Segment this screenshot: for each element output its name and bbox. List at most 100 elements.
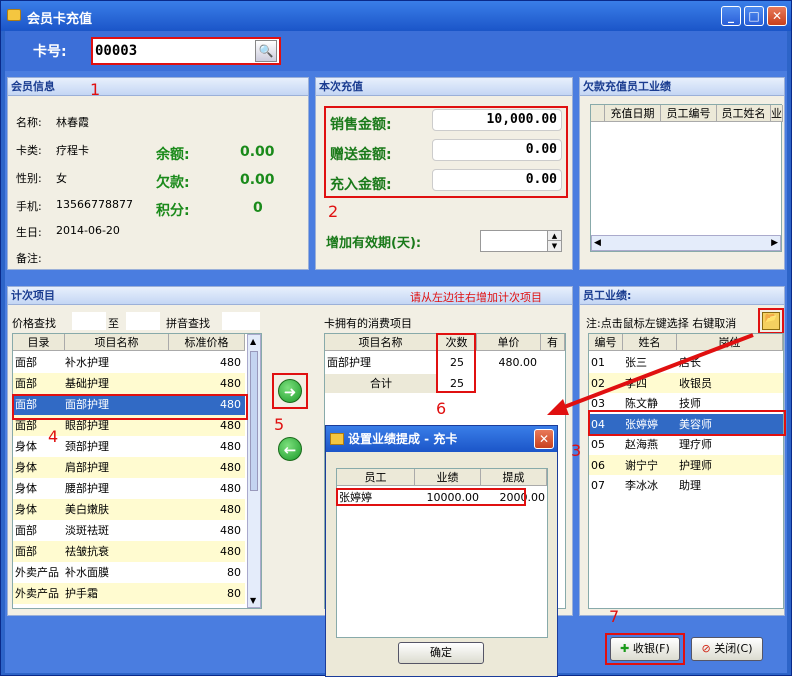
list-item[interactable]: 身体 肩部护理 480 xyxy=(13,457,245,478)
card-type: 疗程卡 xyxy=(56,144,89,157)
cell: 480 xyxy=(220,524,241,537)
annotation-5: 5 xyxy=(274,415,285,434)
staff-row[interactable]: 05 赵海燕 理疗师 xyxy=(589,434,783,455)
remove-item-button[interactable]: ← xyxy=(278,437,302,461)
to-label: 至 xyxy=(108,317,119,330)
cell: 谢宁宁 xyxy=(625,458,658,472)
cell: 07 xyxy=(591,479,605,492)
debt-label: 欠款: xyxy=(156,175,190,191)
search-icon[interactable]: 🔍 xyxy=(255,40,277,62)
plus-icon: ✚ xyxy=(620,642,630,655)
cell: 480 xyxy=(220,440,241,453)
horizontal-scrollbar[interactable]: ◀ ▶ xyxy=(591,235,781,251)
gift-amount-input[interactable]: 0.00 xyxy=(432,139,562,161)
close-button[interactable]: ⊘ 关闭(C) xyxy=(691,637,763,661)
scroll-left-icon[interactable]: ◀ xyxy=(594,238,601,248)
price-min-input[interactable] xyxy=(72,312,106,330)
balance-label: 余额: xyxy=(156,147,190,163)
scroll-down-icon[interactable]: ▼ xyxy=(250,596,256,605)
app-icon xyxy=(7,9,21,21)
list-item[interactable]: 面部 祛皱抗衰 480 xyxy=(13,541,245,562)
col-header: 项目名称 xyxy=(325,334,437,351)
col-header: 标准价格 xyxy=(169,334,245,351)
spin-up-icon[interactable]: ▲ xyxy=(547,231,561,241)
staff-hint: 注:点击鼠标左键选择 右键取消 xyxy=(586,317,737,330)
cell: 480 xyxy=(220,356,241,369)
owned-item-name: 面部护理 xyxy=(327,356,371,369)
owned-item-price: 480.00 xyxy=(498,356,538,369)
folder-icon[interactable]: 📂 xyxy=(762,312,780,330)
cashier-button[interactable]: ✚ 收银(F) xyxy=(610,637,680,661)
dialog-close-button[interactable]: ✕ xyxy=(534,429,554,449)
col-header: 员工编号 xyxy=(661,105,717,122)
minimize-button[interactable]: _ xyxy=(721,6,741,26)
cell: 480 xyxy=(220,377,241,390)
ok-button[interactable]: 确定 xyxy=(398,642,484,664)
member-birth: 2014-06-20 xyxy=(56,224,120,237)
cell: 480 xyxy=(220,461,241,474)
annotation-3: 3 xyxy=(571,441,582,460)
annotation-6: 6 xyxy=(436,399,447,418)
cell: 淡斑祛斑 xyxy=(65,524,109,537)
cell: 腰部护理 xyxy=(65,482,109,495)
staff-row[interactable]: 07 李冰冰 助理 xyxy=(589,475,783,496)
price-max-input[interactable] xyxy=(126,312,160,330)
maximize-button[interactable]: □ xyxy=(744,6,764,26)
scroll-thumb[interactable] xyxy=(250,351,258,491)
list-item[interactable]: 面部 补水护理 480 xyxy=(13,352,245,373)
col-header: 项目名称 xyxy=(65,334,169,351)
sale-amount-input[interactable]: 10,000.00 xyxy=(432,109,562,131)
close-window-button[interactable]: ✕ xyxy=(767,6,787,26)
cell: 颈部护理 xyxy=(65,440,109,453)
list-item[interactable]: 身体 腰部护理 480 xyxy=(13,478,245,499)
list-item[interactable]: 面部 淡斑祛斑 480 xyxy=(13,520,245,541)
annotation-7: 7 xyxy=(609,607,620,626)
dialog-icon xyxy=(330,433,344,445)
count-highlight xyxy=(436,333,476,393)
scroll-right-icon[interactable]: ▶ xyxy=(771,238,778,248)
name-label: 名称: xyxy=(16,116,42,129)
cell: 赵海燕 xyxy=(625,438,658,451)
charge-amount-input[interactable]: 0.00 xyxy=(432,169,562,191)
cell: 身体 xyxy=(15,503,37,516)
validity-spinner[interactable]: ▲ ▼ xyxy=(480,230,562,252)
cell: 面部 xyxy=(15,524,37,537)
list-item[interactable]: 面部 基础护理 480 xyxy=(13,373,245,394)
annotation-1: 1 xyxy=(90,80,101,99)
staff-row[interactable]: 06 谢宁宁 护理师 xyxy=(589,454,783,476)
note-label: 备注: xyxy=(16,252,42,265)
list-item[interactable]: 外卖产品 护手霜 80 xyxy=(13,583,245,604)
cell: 李冰冰 xyxy=(625,479,658,492)
card-number-input[interactable] xyxy=(95,41,255,61)
col-header: 员工 xyxy=(337,469,415,486)
member-info-panel: 会员信息 1 名称: 林春霞 卡类: 疗程卡 性别: 女 手机: 1356677… xyxy=(7,77,309,270)
sale-label: 销售金额: xyxy=(330,117,392,133)
cell: 80 xyxy=(227,587,241,600)
list-item[interactable]: 身体 美白嫩肤 480 xyxy=(13,499,245,520)
total-label: 合计 xyxy=(325,374,437,393)
vertical-scrollbar[interactable]: ▲ ▼ xyxy=(247,334,261,608)
member-gender: 女 xyxy=(56,172,67,185)
cell: 面部 xyxy=(15,545,37,558)
col-header: 员工姓名 xyxy=(717,105,771,122)
spin-down-icon[interactable]: ▼ xyxy=(547,241,561,251)
pinyin-input[interactable] xyxy=(222,312,260,330)
col-header: 目录 xyxy=(13,334,65,351)
cell: 面部 xyxy=(15,356,37,369)
debt-staff-title: 欠款充值员工业绩 xyxy=(580,78,784,96)
add-item-button[interactable]: ➜ xyxy=(278,379,302,403)
debt-value: 0.00 xyxy=(240,172,275,188)
staff-title: 员工业绩: xyxy=(580,287,784,305)
cell: 肩部护理 xyxy=(65,461,109,474)
scroll-up-icon[interactable]: ▲ xyxy=(250,337,256,346)
points-value: 0 xyxy=(253,200,263,216)
recharge-title: 本次充值 xyxy=(316,78,572,96)
cell: 05 xyxy=(591,438,605,451)
recharge-window: 会员卡充值 _ □ ✕ 卡号: 🔍 会员信息 1 名称: 林春霞 卡类: 疗程卡… xyxy=(0,0,792,677)
cell: 基础护理 xyxy=(65,377,109,390)
member-name: 林春霞 xyxy=(56,116,89,129)
list-item[interactable]: 外卖产品 补水面膜 80 xyxy=(13,562,245,583)
col-header: 充值日期 xyxy=(605,105,661,122)
commission-dialog: 设置业绩提成 - 充卡 ✕ 员工 业绩 提成 张婷婷 10000.00 2000… xyxy=(325,425,558,677)
debt-staff-grid: 充值日期 员工编号 员工姓名 业 ◀ ▶ xyxy=(590,104,783,252)
